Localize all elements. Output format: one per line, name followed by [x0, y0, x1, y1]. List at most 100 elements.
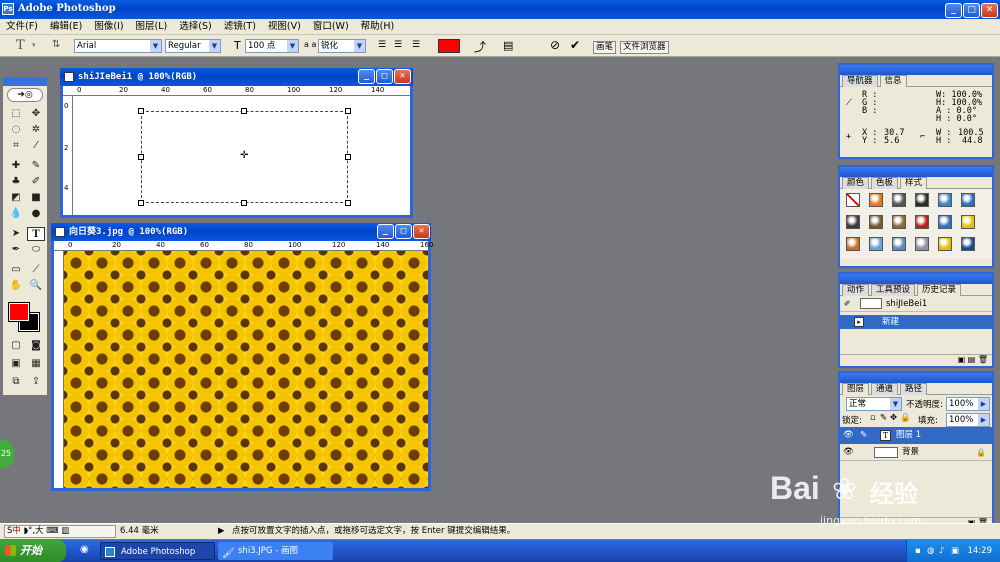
tab-channels[interactable]: 通道 — [871, 383, 899, 395]
ime-indicator[interactable]: S中 ◗°,大 ⌨ ▥ — [4, 525, 116, 538]
volume-icon[interactable]: ♪ — [939, 540, 944, 562]
clone-stamp-icon[interactable]: ♣ — [7, 175, 25, 189]
handle[interactable] — [138, 108, 144, 114]
close-icon[interactable]: ✕ — [394, 69, 411, 84]
lock-position-icon[interactable]: ✥ — [890, 413, 897, 423]
menu-edit[interactable]: 编辑(E) — [44, 19, 88, 34]
lock-image-icon[interactable]: ✎ — [880, 413, 887, 423]
fill-input[interactable]: 100% ▶ — [946, 413, 990, 427]
gradient-tool-icon[interactable]: ■ — [27, 191, 45, 205]
layer-row-active[interactable]: 👁 ✎ T 图层 1 — [840, 427, 992, 444]
layer-row-background[interactable]: 👁 背景 🔒 — [840, 444, 992, 461]
history-brush-icon[interactable]: ✐ — [844, 296, 851, 312]
adobe-online-icon[interactable]: ➔◎ — [7, 88, 43, 102]
start-button[interactable]: 开始 — [0, 540, 66, 562]
palettes-icon[interactable]: ▤ — [503, 39, 513, 52]
quickmask-mode-icon[interactable]: ◙ — [27, 339, 45, 353]
zoom-tool-icon[interactable]: 🔍 — [27, 279, 45, 293]
taskbar-paint[interactable]: 🖌 shi3.JPG - 画图 — [218, 542, 333, 560]
style-swatch[interactable] — [938, 237, 952, 251]
tray-icon[interactable]: ▪ — [915, 540, 921, 562]
style-swatch[interactable] — [915, 237, 929, 251]
style-swatch[interactable] — [892, 193, 906, 207]
tab-styles[interactable]: 样式 — [900, 177, 928, 189]
status-bubble[interactable]: 25 — [0, 440, 14, 468]
lock-transparency-icon[interactable]: ▫ — [870, 413, 876, 423]
style-swatch[interactable] — [915, 215, 929, 229]
style-swatch[interactable] — [846, 193, 860, 207]
tab-actions[interactable]: 动作 — [842, 284, 870, 296]
style-swatch[interactable] — [869, 237, 883, 251]
menu-file[interactable]: 文件(F) — [0, 19, 44, 34]
eyedropper-icon[interactable]: ⟋ — [27, 263, 45, 277]
shape-tool-icon[interactable]: ⬭ — [27, 243, 45, 257]
fullscreen-mode-icon[interactable]: ▦ — [27, 357, 45, 371]
warp-text-icon[interactable]: ⤴ — [474, 38, 486, 55]
align-left-icon[interactable]: ☰ — [378, 40, 386, 50]
align-right-icon[interactable]: ☰ — [412, 40, 420, 50]
jump-to-icon[interactable]: ⇪ — [27, 375, 45, 389]
style-swatch[interactable] — [846, 215, 860, 229]
minimize-icon[interactable]: _ — [377, 224, 394, 239]
taskbar-photoshop[interactable]: Adobe Photoshop — [100, 542, 215, 560]
menu-select[interactable]: 选择(S) — [173, 19, 217, 34]
handle[interactable] — [345, 108, 351, 114]
foreground-color[interactable] — [8, 302, 30, 322]
new-snapshot-icon[interactable]: ▤ — [968, 355, 976, 364]
move-tool-icon[interactable]: ✥ — [27, 107, 45, 121]
menu-view[interactable]: 视图(V) — [262, 19, 307, 34]
style-swatch[interactable] — [869, 215, 883, 229]
close-icon[interactable]: ✕ — [413, 224, 430, 239]
screen-mode-icon[interactable]: ▣ — [7, 357, 25, 371]
dodge-tool-icon[interactable]: ● — [27, 207, 45, 221]
crop-tool-icon[interactable]: ⌗ — [7, 139, 25, 153]
blur-tool-icon[interactable]: 💧 — [7, 207, 25, 221]
font-family-select[interactable]: Arial ▼ — [74, 39, 162, 53]
maximize-icon[interactable]: □ — [963, 3, 980, 18]
lock-all-icon[interactable]: 🔒 — [900, 413, 911, 423]
tab-layers[interactable]: 图层 — [842, 383, 870, 395]
trash-icon[interactable]: 🗑 — [978, 355, 988, 364]
font-size-select[interactable]: 100 点 ▼ — [245, 39, 299, 53]
menu-window[interactable]: 窗口(W) — [307, 19, 355, 34]
style-swatch[interactable] — [892, 215, 906, 229]
handle[interactable] — [345, 154, 351, 160]
tab-swatches[interactable]: 色板 — [871, 177, 899, 189]
antialias-select[interactable]: 锐化 ▼ — [318, 39, 366, 53]
healing-brush-icon[interactable]: ✚ — [7, 159, 25, 173]
opacity-input[interactable]: 100% ▶ — [946, 397, 990, 411]
visibility-eye-icon[interactable]: 👁 — [843, 444, 854, 461]
imageready-icon[interactable]: ⧉ — [7, 375, 25, 389]
tab-info[interactable]: 信息 — [879, 75, 907, 87]
handle[interactable] — [241, 200, 247, 206]
pen-tool-icon[interactable]: ✒ — [7, 243, 25, 257]
magic-wand-icon[interactable]: ✲ — [27, 123, 45, 137]
canvas[interactable]: ✛ — [73, 96, 410, 215]
sunflower-image[interactable] — [64, 251, 428, 488]
slice-tool-icon[interactable]: ⁄ — [27, 139, 45, 153]
history-brush-icon[interactable]: ✐ — [27, 175, 45, 189]
style-swatch[interactable] — [938, 215, 952, 229]
new-document-icon[interactable]: ▣ — [958, 355, 966, 364]
blend-mode-select[interactable]: 正常 ▼ — [846, 397, 902, 411]
tab-history[interactable]: 历史记录 — [917, 284, 962, 296]
minimize-icon[interactable]: _ — [945, 3, 962, 18]
standard-mode-icon[interactable]: ▢ — [7, 339, 25, 353]
palette-well-brushes[interactable]: 画笔 — [593, 41, 617, 54]
network-icon[interactable]: ▣ — [951, 540, 959, 562]
tab-paths[interactable]: 路径 — [900, 383, 928, 395]
hand-tool-icon[interactable]: ✋ — [7, 279, 25, 293]
handle[interactable] — [138, 200, 144, 206]
orientation-toggle-icon[interactable]: ⇅ — [52, 39, 60, 50]
tab-navigator[interactable]: 导航器 — [842, 75, 878, 87]
eraser-tool-icon[interactable]: ◩ — [7, 191, 25, 205]
menu-image[interactable]: 图像(I) — [88, 19, 129, 34]
maximize-icon[interactable]: □ — [395, 224, 412, 239]
marquee-tool-icon[interactable]: ⬚ — [7, 107, 25, 121]
tab-tool-presets[interactable]: 工具预设 — [871, 284, 916, 296]
menu-help[interactable]: 帮助(H) — [355, 19, 401, 34]
chevron-down-icon[interactable]: ▾ — [32, 41, 36, 49]
handle[interactable] — [138, 154, 144, 160]
style-swatch[interactable] — [938, 193, 952, 207]
style-swatch[interactable] — [892, 237, 906, 251]
